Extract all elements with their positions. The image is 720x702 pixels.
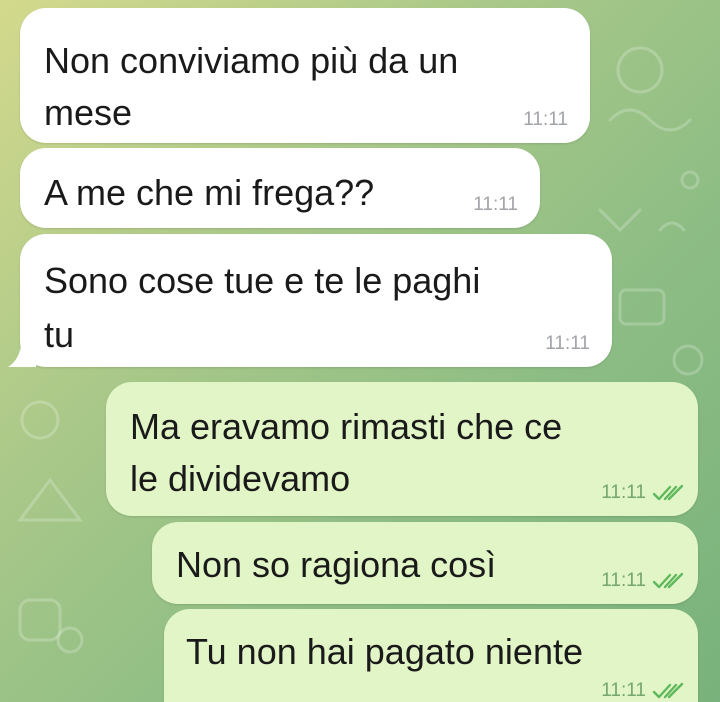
message-text: Non so ragiona così: [176, 544, 497, 585]
read-double-check-icon: [652, 572, 684, 589]
message-text: le dividevamo: [130, 458, 351, 499]
message-time: 11:11: [473, 194, 518, 215]
read-double-check-icon: [652, 484, 684, 501]
message-bubble-outgoing[interactable]: Non so ragiona così 11:11: [152, 522, 698, 604]
bubble-tail-incoming: [8, 340, 36, 367]
message-time: 11:11: [523, 109, 568, 130]
message-bubble-outgoing[interactable]: Ma eravamo rimasti che ce le dividevamo …: [106, 382, 698, 516]
message-text: Non conviviamo più da un: [44, 40, 459, 81]
message-text: mese: [44, 92, 133, 133]
message-time: 11:11: [601, 680, 646, 701]
message-text: Ma eravamo rimasti che ce: [130, 406, 563, 447]
message-text: Sono cose tue e te le paghi: [44, 260, 481, 301]
message-text: Tu non hai pagato niente: [186, 631, 583, 672]
message-text: A me che mi frega??: [44, 172, 375, 213]
message-time: 11:11: [601, 482, 646, 503]
message-time: 11:11: [601, 570, 646, 591]
message-bubble-incoming[interactable]: Sono cose tue e te le paghi tu 11:11: [20, 234, 612, 367]
message-time: 11:11: [545, 333, 590, 354]
message-text: tu: [44, 314, 75, 355]
message-bubble-incoming[interactable]: Non conviviamo più da un mese 11:11: [20, 8, 590, 143]
message-bubble-outgoing[interactable]: Tu non hai pagato niente 11:11: [164, 609, 698, 702]
read-double-check-icon: [652, 682, 684, 699]
message-bubble-incoming[interactable]: A me che mi frega?? 11:11: [20, 148, 540, 228]
